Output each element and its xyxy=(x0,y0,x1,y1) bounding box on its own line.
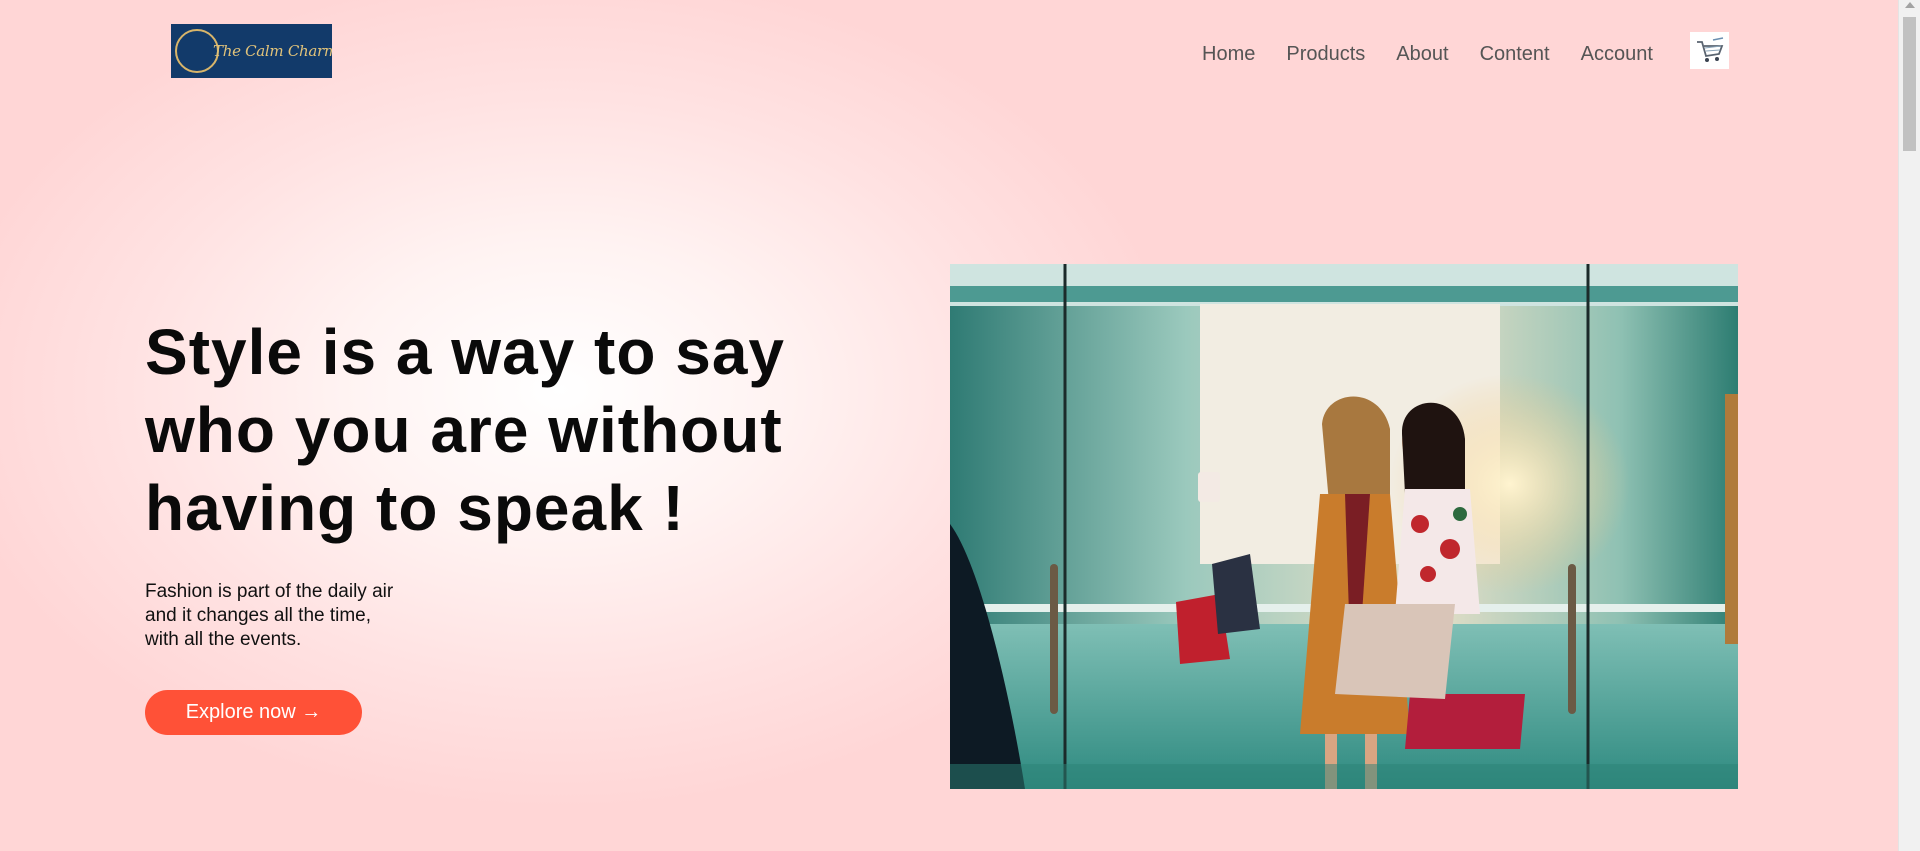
page: The Calm Charm Home Products About Conte… xyxy=(0,0,1898,851)
subtext-line: and it changes all the time, xyxy=(145,605,372,626)
main-nav: Home Products About Content Account xyxy=(1202,42,1684,66)
subtext-line: Fashion is part of the daily air xyxy=(145,581,394,602)
hero-image xyxy=(950,264,1738,789)
cart-button[interactable] xyxy=(1690,32,1729,69)
vertical-scrollbar[interactable] xyxy=(1898,0,1920,851)
scroll-thumb[interactable] xyxy=(1903,17,1916,151)
nav-about[interactable]: About xyxy=(1396,42,1448,66)
headline-line: Style is a way to say xyxy=(145,316,785,388)
hero-headline: Style is a way to say who you are withou… xyxy=(145,313,845,547)
nav-products[interactable]: Products xyxy=(1286,42,1365,66)
shopping-photo xyxy=(950,264,1738,789)
nav-home[interactable]: Home xyxy=(1202,42,1255,66)
explore-now-button[interactable]: Explore now → xyxy=(145,690,362,735)
logo-text: The Calm Charm xyxy=(213,42,332,60)
nav-content[interactable]: Content xyxy=(1480,42,1550,66)
headline-line: having to speak ! xyxy=(145,472,685,544)
cart-icon xyxy=(1696,36,1723,62)
hero-subtext: Fashion is part of the daily air and it … xyxy=(145,580,455,652)
scroll-up-arrow-icon[interactable] xyxy=(1905,2,1915,8)
subtext-line: with all the events. xyxy=(145,629,302,650)
brand-logo[interactable]: The Calm Charm xyxy=(171,24,332,78)
nav-account[interactable]: Account xyxy=(1581,42,1653,66)
headline-line: who you are without xyxy=(145,394,783,466)
